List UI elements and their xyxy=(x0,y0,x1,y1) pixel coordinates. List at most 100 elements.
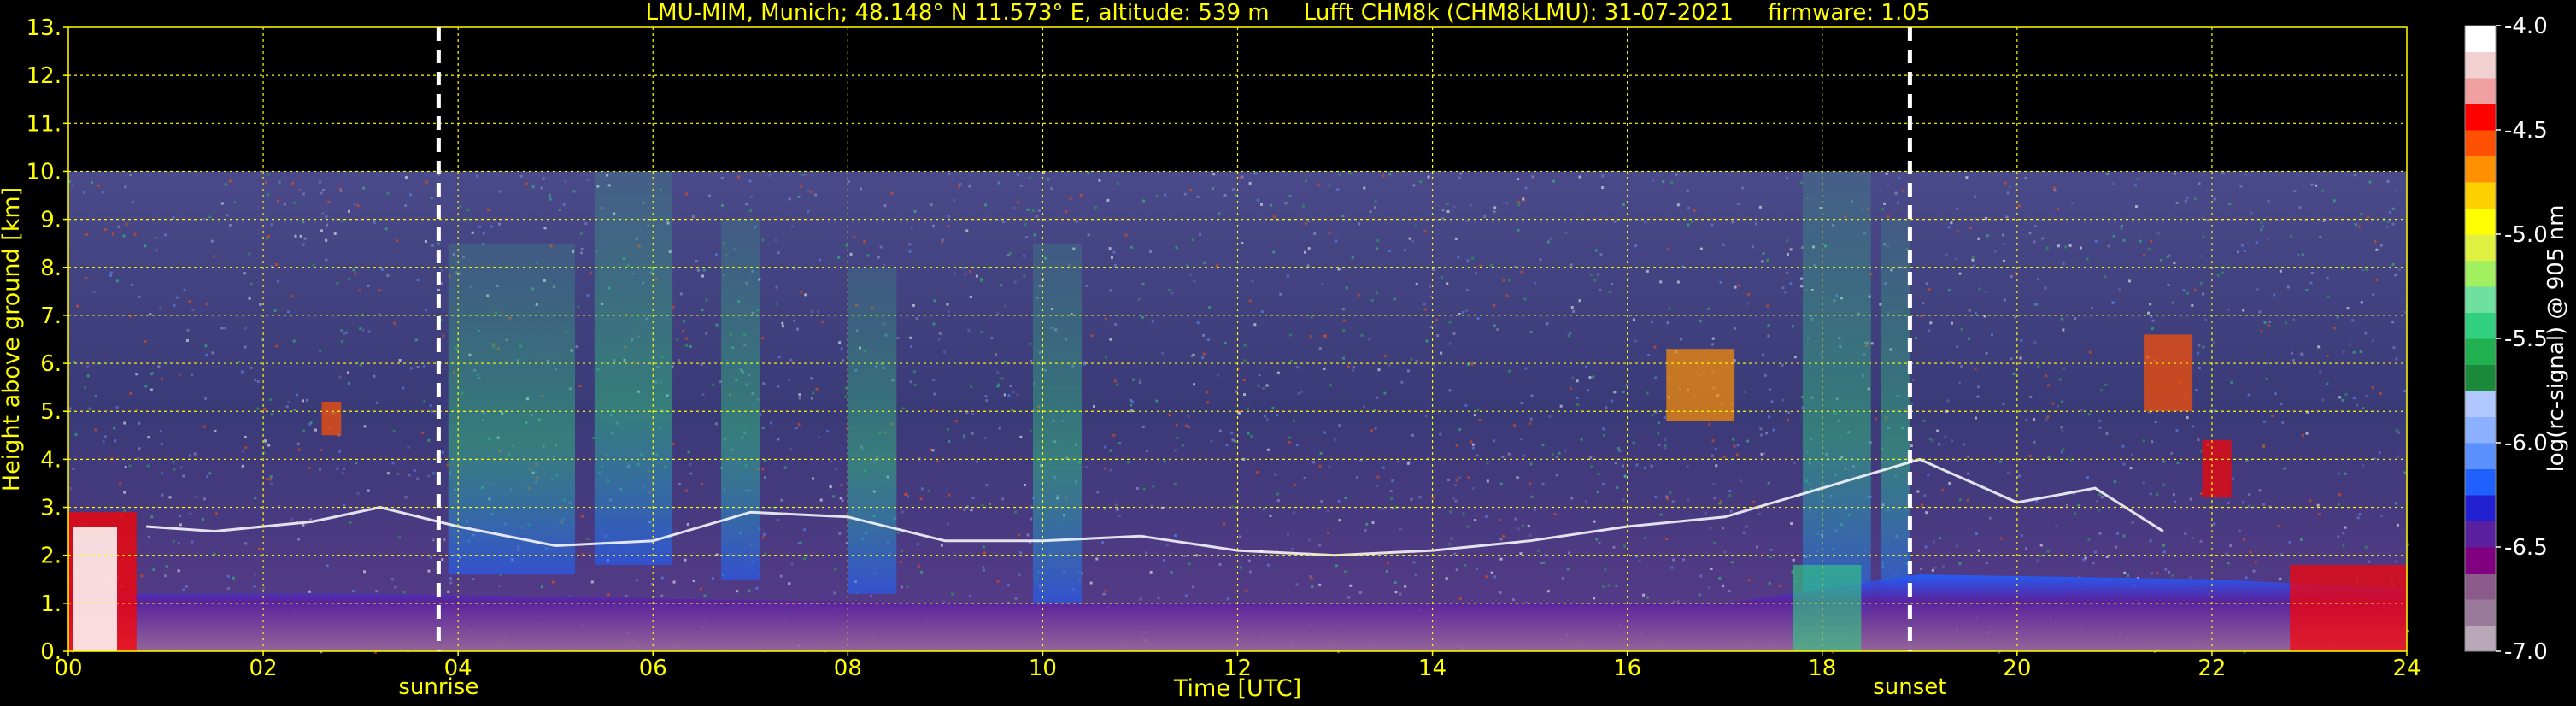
speckle-dot xyxy=(1474,519,1477,522)
speckle-dot xyxy=(2134,205,2138,209)
speckle-dot xyxy=(85,276,88,279)
speckle-dot xyxy=(1520,270,1523,274)
speckle-dot xyxy=(1196,195,1200,198)
speckle-dot xyxy=(1746,302,1749,305)
speckle-dot xyxy=(2080,409,2083,412)
speckle-dot xyxy=(948,493,951,497)
speckle-dot xyxy=(2360,213,2363,216)
speckle-dot xyxy=(1984,290,1987,293)
speckle-dot xyxy=(762,532,766,536)
speckle-dot xyxy=(1019,435,1023,438)
speckle-dot xyxy=(678,359,681,362)
speckle-dot xyxy=(1793,356,1797,359)
speckle-dot xyxy=(1960,364,1963,368)
speckle-dot xyxy=(1548,415,1552,419)
speckle-dot xyxy=(910,345,913,349)
speckle-dot xyxy=(1288,195,1292,198)
speckle-dot xyxy=(866,254,870,257)
colorbar-segment xyxy=(2465,416,2496,444)
speckle-dot xyxy=(1751,245,1754,249)
speckle-dot xyxy=(1969,226,1972,229)
speckle-dot xyxy=(682,329,685,332)
speckle-dot xyxy=(2322,219,2326,222)
speckle-dot xyxy=(186,328,190,332)
speckle-dot xyxy=(1342,328,1346,332)
speckle-dot xyxy=(749,195,753,198)
speckle-dot xyxy=(2344,526,2347,529)
sunset-label: sunset xyxy=(1873,674,1946,700)
speckle-dot xyxy=(2047,456,2051,459)
speckle-dot xyxy=(1258,374,1261,377)
speckle-dot xyxy=(1004,360,1007,363)
speckle-dot xyxy=(1601,482,1605,485)
speckle-dot xyxy=(1485,575,1488,579)
speckle-dot xyxy=(76,304,79,308)
speckle-dot xyxy=(788,197,791,201)
speckle-dot xyxy=(2265,377,2268,380)
speckle-dot xyxy=(341,220,344,223)
speckle-dot xyxy=(1017,201,1020,204)
speckle-dot xyxy=(2337,503,2340,506)
speckle-dot xyxy=(2142,254,2145,257)
speckle-dot xyxy=(1493,210,1496,214)
speckle-dot xyxy=(1734,285,1737,289)
speckle-dot xyxy=(790,562,794,566)
speckle-dot xyxy=(1870,342,1874,345)
speckle-dot xyxy=(188,300,191,303)
speckle-dot xyxy=(1142,487,1146,491)
speckle-dot xyxy=(1523,297,1527,301)
speckle-dot xyxy=(2171,574,2174,577)
speckle-dot xyxy=(2291,358,2295,362)
speckle-dot xyxy=(839,497,842,500)
speckle-dot xyxy=(2002,403,2005,406)
speckle-dot xyxy=(2047,384,2051,387)
speckle-dot xyxy=(707,194,711,197)
speckle-dot xyxy=(1019,184,1023,187)
speckle-dot xyxy=(408,474,411,477)
speckle-dot xyxy=(1622,391,1625,394)
speckle-dot xyxy=(1519,438,1523,441)
speckle-dot xyxy=(1029,430,1032,433)
speckle-dot xyxy=(1116,181,1119,185)
speckle-dot xyxy=(2041,237,2045,240)
speckle-dot xyxy=(2122,238,2126,242)
speckle-dot xyxy=(2002,259,2005,262)
speckle-dot xyxy=(586,294,590,297)
speckle-dot xyxy=(625,594,628,597)
speckle-dot xyxy=(214,512,218,515)
speckle-dot xyxy=(701,392,705,396)
y-tick-label: 4. xyxy=(40,447,62,473)
speckle-dot xyxy=(841,499,844,503)
speckle-dot xyxy=(1737,203,1740,206)
speckle-dot xyxy=(83,191,86,194)
speckle-dot xyxy=(476,174,479,178)
speckle-dot xyxy=(2305,432,2309,435)
speckle-dot xyxy=(2162,460,2166,463)
speckle-dot xyxy=(367,489,370,492)
speckle-dot xyxy=(1925,282,1928,285)
speckle-dot xyxy=(701,274,704,278)
speckle-dot xyxy=(205,303,208,306)
speckle-dot xyxy=(1707,307,1710,310)
speckle-dot xyxy=(919,497,923,501)
speckle-dot xyxy=(2025,547,2028,550)
speckle-dot xyxy=(2150,315,2153,319)
speckle-dot xyxy=(2380,515,2384,518)
speckle-dot xyxy=(149,313,152,316)
speckle-dot xyxy=(1792,558,1795,562)
speckle-dot xyxy=(1646,391,1649,395)
speckle-dot xyxy=(2327,295,2330,298)
speckle-dot xyxy=(1118,514,1121,517)
speckle-dot xyxy=(373,221,376,224)
speckle-dot xyxy=(347,381,350,385)
speckle-dot xyxy=(1116,383,1119,386)
speckle-dot xyxy=(1210,439,1213,443)
speckle-dot xyxy=(1955,257,1958,261)
speckle-dot xyxy=(2098,532,2102,535)
speckle-dot xyxy=(1490,571,1493,574)
speckle-dot xyxy=(1114,503,1118,507)
speckle-dot xyxy=(1174,449,1177,452)
speckle-dot xyxy=(487,209,490,212)
speckle-dot xyxy=(2392,207,2396,210)
speckle-dot xyxy=(2232,477,2235,480)
